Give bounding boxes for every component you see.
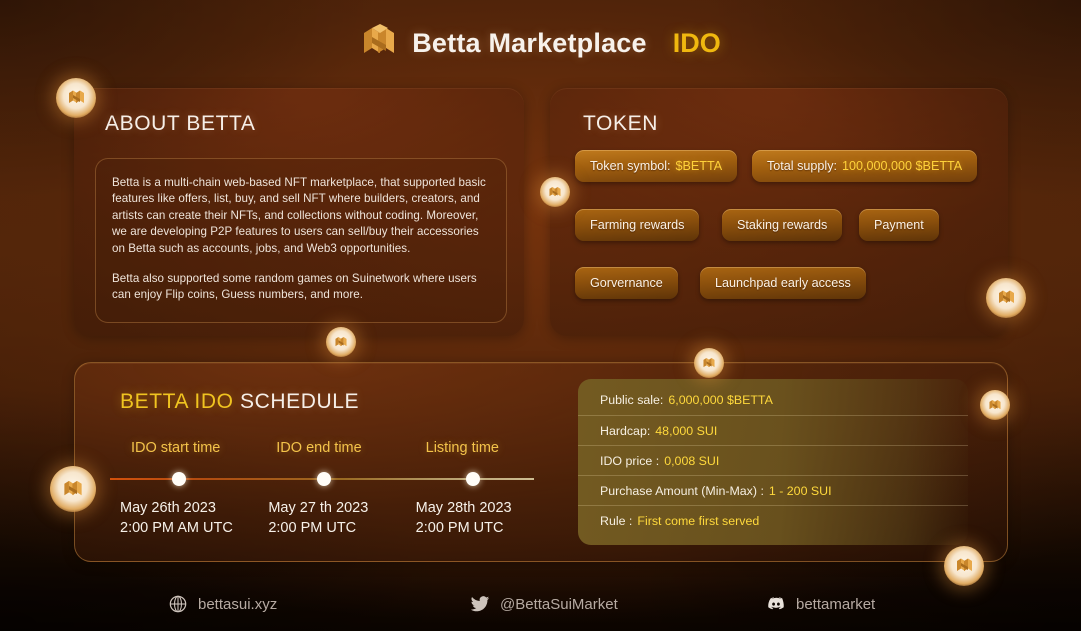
ido-badge: IDO: [672, 27, 721, 58]
decorative-coin-icon: [986, 278, 1026, 318]
betta-cube-logo-icon: [360, 23, 398, 63]
info-label: IDO price :: [600, 453, 660, 468]
footer-twitter-label: @BettaSuiMarket: [500, 595, 618, 613]
token-symbol-value: $BETTA: [675, 159, 723, 173]
info-row-ido-price: IDO price : 0,008 SUI: [578, 445, 968, 475]
token-symbol-label: Token symbol:: [590, 159, 671, 173]
utility-pill-launchpad[interactable]: Launchpad early access: [700, 267, 866, 299]
footer-link-discord[interactable]: bettamarket: [766, 594, 875, 614]
timeline-dot-listing: [466, 472, 480, 486]
schedule-heading-gold: BETTA IDO: [120, 390, 234, 413]
ido-timeline: IDO start time IDO end time Listing time…: [104, 440, 534, 548]
decorative-coin-icon: [50, 466, 96, 512]
info-value: 48,000 SUI: [655, 423, 718, 438]
about-paragraph-2: Betta also supported some random games o…: [112, 272, 477, 302]
info-row-rule: Rule : First come first served: [578, 505, 968, 535]
globe-icon: [168, 594, 188, 614]
utility-label: Payment: [874, 218, 924, 232]
schedule-heading-white: SCHEDULE: [239, 390, 360, 413]
timeline-dates: May 26th 2023 2:00 PM AM UTC May 27 th 2…: [104, 498, 534, 538]
timeline-labels: IDO start time IDO end time Listing time: [104, 440, 534, 456]
timeline-col: Listing time: [391, 440, 534, 456]
page-title: Betta Marketplace: [412, 27, 647, 58]
ido-poster: Betta Marketplace IDO ABOUT BETTA Betta …: [0, 0, 1081, 631]
milestone-label-end: IDO end time: [276, 440, 362, 456]
info-value: First come first served: [637, 513, 760, 528]
footer: bettasui.xyz @BettaSuiMarket bettamarket: [0, 583, 1081, 625]
page-header: Betta Marketplace IDO: [0, 18, 1081, 68]
token-heading: TOKEN: [583, 112, 658, 135]
info-value: 6,000,000 $BETTA: [668, 393, 773, 407]
timeline-col: May 26th 2023 2:00 PM AM UTC: [104, 498, 247, 538]
timeline-dot-end: [317, 472, 331, 486]
info-row-public-sale: Public sale: 6,000,000 $BETTA: [578, 385, 968, 415]
total-supply-label: Total supply:: [767, 159, 838, 173]
milestone-label-start: IDO start time: [130, 440, 221, 456]
milestone-time-start: 2:00 PM AM UTC: [120, 520, 233, 536]
utility-label: Staking rewards: [737, 218, 828, 232]
decorative-coin-icon: [326, 327, 356, 357]
milestone-time-listing: 2:00 PM UTC: [415, 520, 504, 536]
token-symbol-pill[interactable]: Token symbol: $BETTA: [575, 150, 738, 182]
total-supply-pill[interactable]: Total supply: 100,000,000 $BETTA: [752, 150, 978, 182]
info-label: Purchase Amount (Min-Max) :: [600, 483, 764, 498]
timeline-dot-start: [172, 472, 186, 486]
info-value: 1 - 200 SUI: [768, 483, 832, 498]
twitter-bird-icon: [470, 594, 490, 614]
about-paragraph-1: Betta is a multi-chain web-based NFT mar…: [112, 176, 486, 255]
info-label: Public sale:: [600, 393, 664, 407]
utility-pill-payment[interactable]: Payment: [859, 209, 939, 241]
info-row-purchase-amount: Purchase Amount (Min-Max) : 1 - 200 SUI: [578, 475, 968, 505]
utility-pill-farming[interactable]: Farming rewards: [575, 209, 700, 241]
schedule-heading: BETTA IDO SCHEDULE: [120, 390, 359, 414]
decorative-coin-icon: [980, 390, 1010, 420]
milestone-date-end: May 27 th 2023: [268, 500, 369, 516]
decorative-coin-icon: [540, 177, 570, 207]
milestone-label-listing: Listing time: [425, 440, 499, 456]
about-text-box: Betta is a multi-chain web-based NFT mar…: [95, 158, 507, 323]
decorative-coin-icon: [944, 546, 984, 586]
info-row-hardcap: Hardcap: 48,000 SUI: [578, 415, 968, 445]
info-label: Hardcap:: [600, 423, 651, 438]
utility-label: Gorvernance: [590, 276, 663, 290]
utility-label: Farming rewards: [590, 218, 685, 232]
timeline-col: IDO end time: [247, 440, 390, 456]
utility-pill-governance[interactable]: Gorvernance: [575, 267, 678, 299]
footer-website-label: bettasui.xyz: [198, 595, 278, 613]
milestone-time-end: 2:00 PM UTC: [268, 520, 357, 536]
timeline-col: IDO start time: [104, 440, 247, 456]
info-value: 0,008 SUI: [664, 453, 720, 468]
footer-discord-label: bettamarket: [796, 595, 876, 613]
decorative-coin-icon: [56, 78, 96, 118]
utility-pill-staking[interactable]: Staking rewards: [722, 209, 843, 241]
ido-info-panel: Public sale: 6,000,000 $BETTA Hardcap: 4…: [578, 379, 968, 545]
timeline-col: May 28th 2023 2:00 PM UTC: [391, 498, 534, 538]
total-supply-value: 100,000,000 $BETTA: [842, 159, 963, 173]
milestone-date-start: May 26th 2023: [120, 500, 216, 516]
timeline-col: May 27 th 2023 2:00 PM UTC: [247, 498, 390, 538]
footer-link-twitter[interactable]: @BettaSuiMarket: [470, 594, 618, 614]
discord-icon: [766, 594, 786, 614]
info-label: Rule :: [600, 513, 633, 528]
about-heading: ABOUT BETTA: [105, 112, 256, 135]
footer-link-website[interactable]: bettasui.xyz: [168, 594, 277, 614]
milestone-date-listing: May 28th 2023: [415, 500, 512, 516]
decorative-coin-icon: [694, 348, 724, 378]
utility-label: Launchpad early access: [715, 276, 851, 290]
